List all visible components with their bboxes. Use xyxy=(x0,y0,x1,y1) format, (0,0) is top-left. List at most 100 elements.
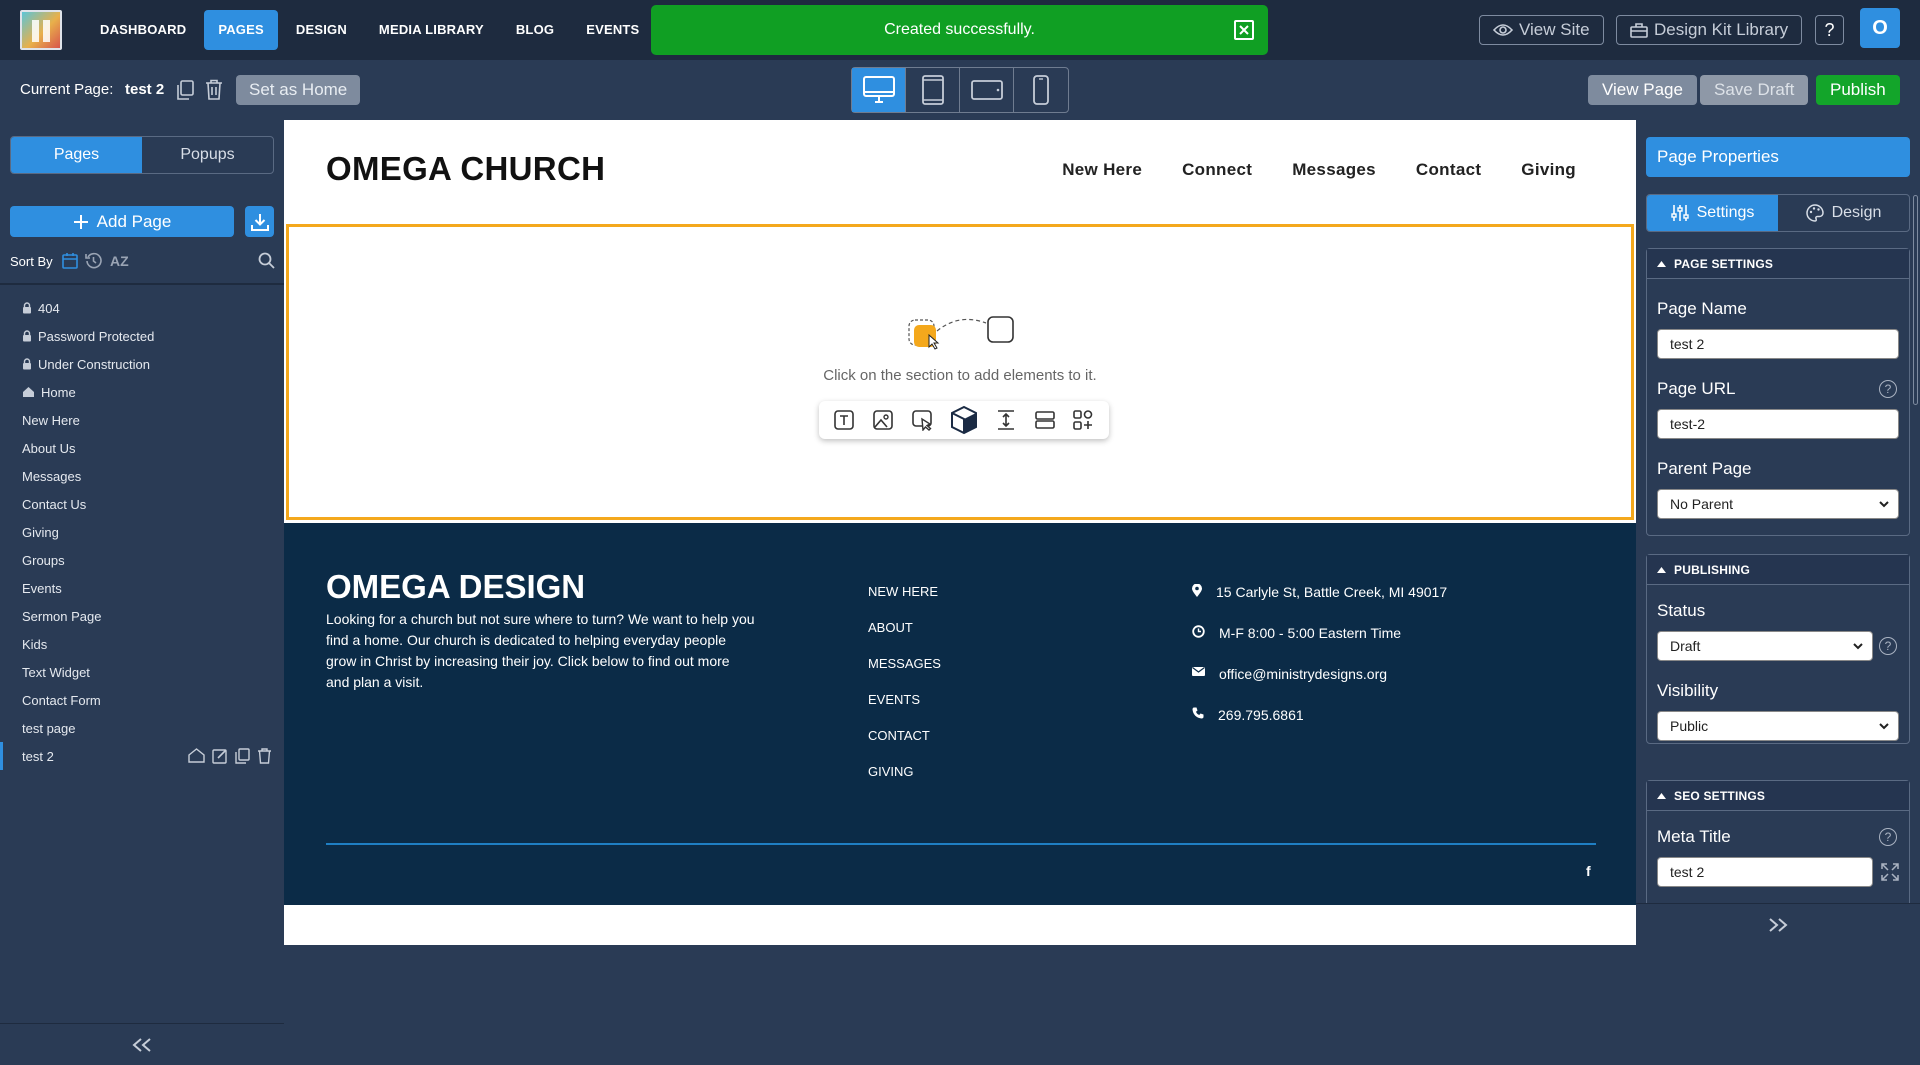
add-spacer-button[interactable] xyxy=(995,409,1017,431)
page-item-events[interactable]: Events xyxy=(0,574,284,602)
page-settings-heading: PAGE SETTINGS xyxy=(1674,256,1774,271)
site-nav-contact[interactable]: Contact xyxy=(1416,160,1481,180)
section-hint: Click on the section to add elements to … xyxy=(823,367,1097,384)
view-site-button[interactable]: View Site xyxy=(1479,15,1604,45)
tab-settings[interactable]: Settings xyxy=(1647,195,1778,231)
collapse-properties-button[interactable] xyxy=(1636,903,1920,945)
page-item-test-page[interactable]: test page xyxy=(0,714,284,742)
seo-settings-header[interactable]: SEO SETTINGS xyxy=(1647,781,1909,811)
device-tablet-portrait-button[interactable] xyxy=(906,68,960,112)
page-url-input[interactable]: test-2 xyxy=(1657,409,1899,439)
publish-button[interactable]: Publish xyxy=(1816,75,1900,105)
duplicate-page-button[interactable] xyxy=(176,80,194,100)
status-select[interactable]: Draft xyxy=(1657,631,1873,661)
page-item-groups[interactable]: Groups xyxy=(0,546,284,574)
meta-title-help-icon[interactable]: ? xyxy=(1879,828,1897,846)
site-footer[interactable]: OMEGA DESIGN Looking for a church but no… xyxy=(284,523,1636,905)
delete-page-icon-button[interactable] xyxy=(257,748,272,764)
device-desktop-button[interactable] xyxy=(852,68,906,112)
page-item-home[interactable]: Home xyxy=(0,378,284,406)
sort-alpha-button[interactable]: AZ xyxy=(110,253,129,269)
meta-title-input[interactable]: test 2 xyxy=(1657,857,1873,887)
page-item-kids[interactable]: Kids xyxy=(0,630,284,658)
tab-pages[interactable]: Pages xyxy=(11,137,142,173)
tab-popups[interactable]: Popups xyxy=(142,137,273,173)
empty-section[interactable]: Click on the section to add elements to … xyxy=(286,224,1634,520)
nav-media-library[interactable]: MEDIA LIBRARY xyxy=(365,10,498,50)
footer-link-about[interactable]: ABOUT xyxy=(868,620,941,656)
facebook-icon[interactable]: f xyxy=(1586,863,1591,879)
footer-link-messages[interactable]: MESSAGES xyxy=(868,656,941,692)
nav-events[interactable]: EVENTS xyxy=(572,10,653,50)
app-logo[interactable] xyxy=(20,10,62,50)
nav-pages[interactable]: PAGES xyxy=(204,10,278,50)
parent-page-select[interactable]: No Parent xyxy=(1657,489,1899,519)
set-as-home-button[interactable]: Set as Home xyxy=(236,75,361,105)
tablet-icon xyxy=(921,75,944,105)
page-item-test-2[interactable]: test 2 xyxy=(0,742,284,770)
page-item-new-here[interactable]: New Here xyxy=(0,406,284,434)
add-text-button[interactable] xyxy=(833,409,855,431)
sort-date-button[interactable] xyxy=(62,252,78,269)
page-item-sermon-page[interactable]: Sermon Page xyxy=(0,602,284,630)
footer-phone[interactable]: 269.795.6861 xyxy=(1218,707,1304,723)
site-header[interactable]: OMEGA CHURCH New Here Connect Messages C… xyxy=(284,120,1636,224)
tab-design[interactable]: Design xyxy=(1778,195,1909,231)
page-url-help-icon[interactable]: ? xyxy=(1879,380,1897,398)
nav-dashboard[interactable]: DASHBOARD xyxy=(86,10,200,50)
page-item-messages[interactable]: Messages xyxy=(0,462,284,490)
device-mobile-button[interactable] xyxy=(1014,68,1068,112)
user-avatar[interactable]: O xyxy=(1860,8,1900,48)
set-home-icon-button[interactable] xyxy=(188,748,205,764)
search-pages-button[interactable] xyxy=(258,252,275,269)
page-item-contact-us[interactable]: Contact Us xyxy=(0,490,284,518)
status-help-icon[interactable]: ? xyxy=(1879,637,1897,655)
properties-scrollbar[interactable] xyxy=(1913,195,1918,405)
help-button[interactable]: ? xyxy=(1815,15,1844,45)
footer-link-new-here[interactable]: NEW HERE xyxy=(868,584,941,620)
properties-tabs: Settings Design xyxy=(1646,194,1910,232)
footer-link-contact[interactable]: CONTACT xyxy=(868,728,941,764)
add-button-element[interactable] xyxy=(911,409,933,431)
add-page-button[interactable]: Add Page xyxy=(10,206,234,237)
page-item-404[interactable]: 404 xyxy=(0,294,284,322)
page-item-contact-form[interactable]: Contact Form xyxy=(0,686,284,714)
nav-blog[interactable]: BLOG xyxy=(502,10,568,50)
duplicate-page-icon-button[interactable] xyxy=(235,748,250,764)
add-row-button[interactable] xyxy=(1034,409,1056,431)
page-item-about-us[interactable]: About Us xyxy=(0,434,284,462)
edit-page-icon-button[interactable] xyxy=(212,748,228,764)
site-nav-messages[interactable]: Messages xyxy=(1292,160,1376,180)
page-name-input[interactable]: test 2 xyxy=(1657,329,1899,359)
add-block-button[interactable] xyxy=(950,405,978,435)
footer-link-events[interactable]: EVENTS xyxy=(868,692,941,728)
toast-close-button[interactable] xyxy=(1234,20,1254,40)
footer-link-giving[interactable]: GIVING xyxy=(868,764,941,800)
chevrons-left-icon xyxy=(132,1037,151,1052)
sort-recent-button[interactable] xyxy=(85,252,102,269)
add-image-button[interactable] xyxy=(872,409,894,431)
page-item-under-construction[interactable]: Under Construction xyxy=(0,350,284,378)
visibility-select[interactable]: Public xyxy=(1657,711,1899,741)
site-nav-connect[interactable]: Connect xyxy=(1182,160,1252,180)
nav-design[interactable]: DESIGN xyxy=(282,10,361,50)
import-page-button[interactable] xyxy=(245,206,274,237)
site-nav-giving[interactable]: Giving xyxy=(1521,160,1576,180)
collapse-sidebar-button[interactable] xyxy=(0,1023,284,1065)
add-widget-button[interactable] xyxy=(1072,409,1094,431)
page-item-label: New Here xyxy=(22,412,80,428)
device-tablet-landscape-button[interactable] xyxy=(960,68,1014,112)
delete-page-button[interactable] xyxy=(205,79,223,100)
view-page-button[interactable]: View Page xyxy=(1588,75,1697,105)
site-nav-new-here[interactable]: New Here xyxy=(1062,160,1142,180)
page-item-text-widget[interactable]: Text Widget xyxy=(0,658,284,686)
page-item-password-protected[interactable]: Password Protected xyxy=(0,322,284,350)
expand-meta-title-button[interactable] xyxy=(1881,863,1899,881)
publishing-header[interactable]: PUBLISHING xyxy=(1647,555,1909,585)
footer-email[interactable]: office@ministrydesigns.org xyxy=(1219,666,1387,682)
page-item-giving[interactable]: Giving xyxy=(0,518,284,546)
design-kit-library-button[interactable]: Design Kit Library xyxy=(1616,15,1803,45)
visibility-value: Public xyxy=(1670,718,1709,734)
page-settings-header[interactable]: PAGE SETTINGS xyxy=(1647,249,1909,279)
save-draft-button[interactable]: Save Draft xyxy=(1700,75,1809,105)
